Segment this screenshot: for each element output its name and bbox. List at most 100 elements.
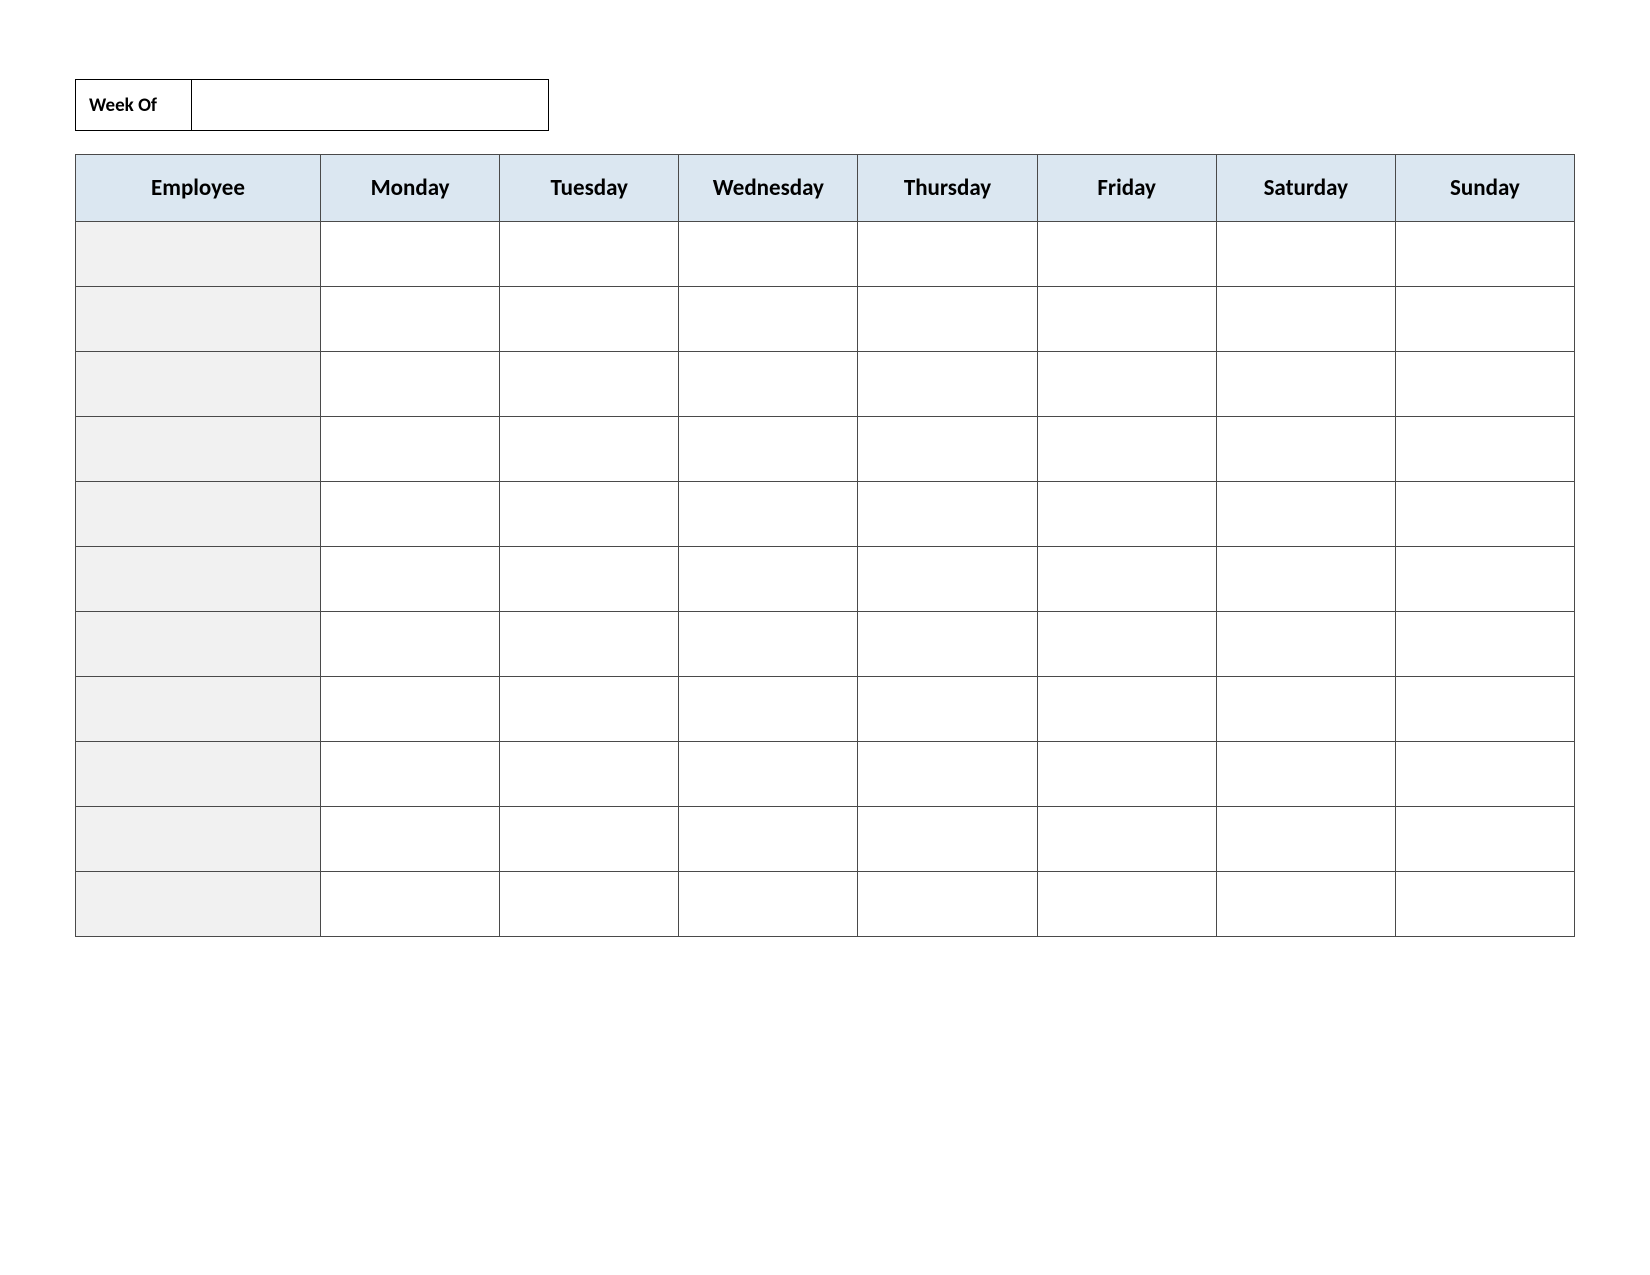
schedule-cell[interactable] [858, 612, 1037, 677]
schedule-cell[interactable] [500, 807, 679, 872]
schedule-cell[interactable] [858, 872, 1037, 937]
table-row [76, 807, 1575, 872]
schedule-cell[interactable] [1395, 417, 1574, 482]
schedule-cell[interactable] [500, 677, 679, 742]
schedule-cell[interactable] [1037, 222, 1216, 287]
schedule-cell[interactable] [1395, 612, 1574, 677]
employee-cell[interactable] [76, 612, 321, 677]
schedule-cell[interactable] [321, 547, 500, 612]
schedule-cell[interactable] [500, 872, 679, 937]
header-sunday: Sunday [1395, 155, 1574, 222]
employee-cell[interactable] [76, 352, 321, 417]
schedule-cell[interactable] [500, 222, 679, 287]
table-row [76, 677, 1575, 742]
schedule-cell[interactable] [1037, 677, 1216, 742]
schedule-cell[interactable] [858, 482, 1037, 547]
schedule-cell[interactable] [1216, 417, 1395, 482]
schedule-cell[interactable] [1037, 287, 1216, 352]
schedule-cell[interactable] [1037, 612, 1216, 677]
schedule-cell[interactable] [1216, 807, 1395, 872]
header-tuesday: Tuesday [500, 155, 679, 222]
schedule-cell[interactable] [321, 742, 500, 807]
schedule-cell[interactable] [858, 807, 1037, 872]
schedule-cell[interactable] [679, 352, 858, 417]
schedule-cell[interactable] [1037, 547, 1216, 612]
schedule-cell[interactable] [321, 677, 500, 742]
schedule-cell[interactable] [679, 807, 858, 872]
schedule-cell[interactable] [1037, 482, 1216, 547]
employee-cell[interactable] [76, 482, 321, 547]
schedule-cell[interactable] [858, 547, 1037, 612]
schedule-cell[interactable] [679, 872, 858, 937]
schedule-cell[interactable] [679, 482, 858, 547]
schedule-cell[interactable] [858, 222, 1037, 287]
schedule-cell[interactable] [1037, 872, 1216, 937]
schedule-cell[interactable] [1037, 417, 1216, 482]
employee-cell[interactable] [76, 287, 321, 352]
schedule-cell[interactable] [321, 222, 500, 287]
schedule-cell[interactable] [1216, 352, 1395, 417]
schedule-cell[interactable] [1395, 677, 1574, 742]
schedule-cell[interactable] [1395, 352, 1574, 417]
employee-cell[interactable] [76, 677, 321, 742]
schedule-cell[interactable] [1216, 222, 1395, 287]
schedule-cell[interactable] [321, 287, 500, 352]
employee-cell[interactable] [76, 872, 321, 937]
schedule-cell[interactable] [1395, 222, 1574, 287]
schedule-cell[interactable] [321, 612, 500, 677]
schedule-cell[interactable] [1037, 352, 1216, 417]
schedule-cell[interactable] [1037, 807, 1216, 872]
schedule-cell[interactable] [500, 352, 679, 417]
schedule-cell[interactable] [321, 872, 500, 937]
schedule-cell[interactable] [1216, 547, 1395, 612]
schedule-cell[interactable] [679, 677, 858, 742]
schedule-cell[interactable] [321, 807, 500, 872]
schedule-cell[interactable] [500, 482, 679, 547]
schedule-cell[interactable] [1395, 807, 1574, 872]
employee-cell[interactable] [76, 222, 321, 287]
employee-cell[interactable] [76, 807, 321, 872]
week-of-box: Week Of [75, 79, 1575, 131]
schedule-cell[interactable] [500, 417, 679, 482]
table-row [76, 222, 1575, 287]
schedule-cell[interactable] [1037, 742, 1216, 807]
schedule-cell[interactable] [1395, 287, 1574, 352]
table-header: Employee Monday Tuesday Wednesday Thursd… [76, 155, 1575, 222]
schedule-cell[interactable] [1216, 742, 1395, 807]
schedule-cell[interactable] [500, 547, 679, 612]
schedule-cell[interactable] [1216, 872, 1395, 937]
schedule-cell[interactable] [679, 612, 858, 677]
header-thursday: Thursday [858, 155, 1037, 222]
employee-cell[interactable] [76, 417, 321, 482]
schedule-cell[interactable] [1395, 482, 1574, 547]
schedule-cell[interactable] [1395, 742, 1574, 807]
schedule-cell[interactable] [500, 742, 679, 807]
schedule-cell[interactable] [858, 742, 1037, 807]
schedule-cell[interactable] [321, 352, 500, 417]
schedule-cell[interactable] [1216, 612, 1395, 677]
schedule-cell[interactable] [1216, 677, 1395, 742]
schedule-cell[interactable] [500, 612, 679, 677]
schedule-cell[interactable] [321, 417, 500, 482]
schedule-cell[interactable] [858, 677, 1037, 742]
employee-cell[interactable] [76, 547, 321, 612]
schedule-cell[interactable] [679, 547, 858, 612]
schedule-cell[interactable] [858, 417, 1037, 482]
schedule-cell[interactable] [679, 742, 858, 807]
schedule-cell[interactable] [1216, 287, 1395, 352]
schedule-cell[interactable] [1395, 547, 1574, 612]
table-row [76, 482, 1575, 547]
schedule-cell[interactable] [858, 352, 1037, 417]
week-of-input[interactable] [191, 79, 549, 131]
header-friday: Friday [1037, 155, 1216, 222]
schedule-cell[interactable] [679, 287, 858, 352]
schedule-cell[interactable] [321, 482, 500, 547]
schedule-cell[interactable] [1395, 872, 1574, 937]
schedule-cell[interactable] [679, 222, 858, 287]
schedule-cell[interactable] [1216, 482, 1395, 547]
schedule-cell[interactable] [679, 417, 858, 482]
schedule-cell[interactable] [500, 287, 679, 352]
employee-cell[interactable] [76, 742, 321, 807]
schedule-cell[interactable] [858, 287, 1037, 352]
header-employee: Employee [76, 155, 321, 222]
